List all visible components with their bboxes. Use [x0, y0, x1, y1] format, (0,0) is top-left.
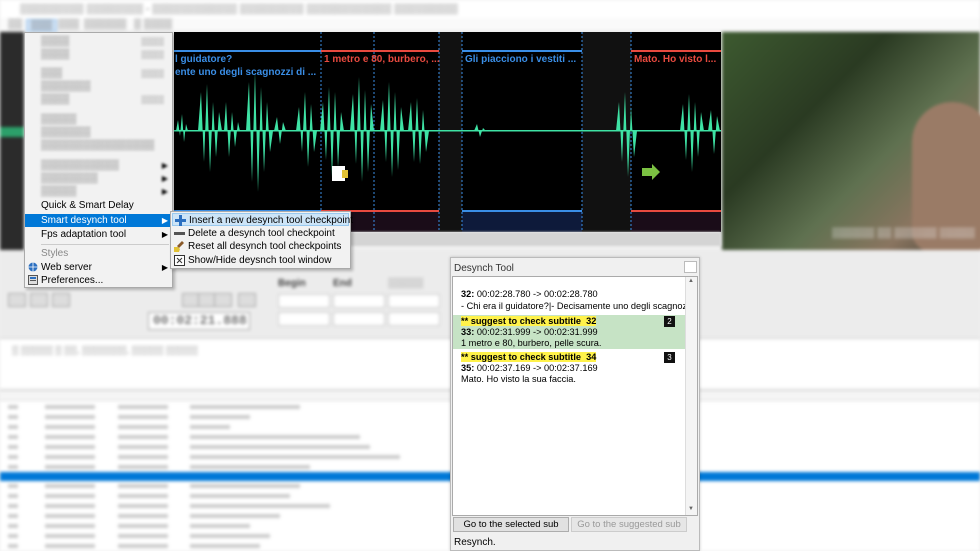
- window-title: Desynch Tool: [454, 263, 514, 274]
- end-field[interactable]: [333, 294, 385, 308]
- left-wave-strip: [0, 32, 24, 250]
- broom-icon: [174, 241, 185, 252]
- begin-field-2[interactable]: [278, 312, 330, 326]
- scroll-down-icon[interactable]: ▼: [688, 506, 694, 512]
- wave-seg-1b: ente uno degli scagnozzi di ...: [175, 67, 317, 78]
- checkpoint-badge: 3: [664, 352, 675, 363]
- begin-field[interactable]: [278, 294, 330, 308]
- length-field[interactable]: [388, 294, 440, 308]
- menu-styles[interactable]: Styles: [25, 247, 172, 260]
- toggle-window-item[interactable]: Show/Hide deysnch tool window: [172, 254, 349, 267]
- list-item[interactable]: 32: 00:02:28.780 -> 00:02:28.780 - Chi e…: [453, 287, 697, 315]
- title-bar: ▒▒▒▒▒▒▒▒▒ ▒▒▒▒▒▒▒▒ - ▒▒▒▒▒▒▒▒▒▒▒▒ ▒▒▒▒▒▒…: [0, 0, 980, 18]
- col-begin: Begin: [278, 278, 306, 289]
- col-end: End: [333, 278, 352, 289]
- desynch-tool-window: Desynch Tool 32: 00:02:28.780 -> 00:02:2…: [450, 257, 700, 551]
- menu-smart-desynch-tool[interactable]: Smart desynch tool ▶: [25, 214, 172, 227]
- list-item[interactable]: ** suggest to check subtitle 32 2 33: 00…: [453, 315, 685, 349]
- goto-selected-button[interactable]: Go to the selected sub: [453, 517, 569, 532]
- insert-checkpoint-item[interactable]: Insert a new desynch tool checkpoint: [172, 213, 353, 226]
- menu-fps-adaptation-tool[interactable]: Fps adaptation tool ▶: [25, 228, 172, 241]
- wave-seg-2: 1 metro e 80, burbero, ...: [324, 54, 440, 65]
- edit-menu: ▒▒▒▒ ▒▒▒▒ ▒▒▒▒ ▒▒▒▒ ▒▒▒ ▒▒▒▒ ▒▒▒▒▒▒▒ ▒▒▒▒ ▒▒…: [24, 32, 173, 288]
- preferences-icon: [28, 275, 38, 285]
- list-scrollbar[interactable]: ▲ ▼: [685, 277, 697, 515]
- minus-icon: [174, 228, 185, 239]
- wave-seg-1: l guidatore?: [175, 54, 233, 65]
- waveform-display[interactable]: l guidatore? ente uno degli scagnozzi di…: [174, 32, 721, 232]
- goto-suggested-button[interactable]: Go to the suggested sub: [571, 517, 687, 532]
- status-text: Resynch.: [454, 537, 496, 548]
- menu-bar[interactable]: ▒▒ ▒▒▒ ▒▒▒ ▒▒▒▒▒▒ ▒ ▒▒▒▒: [0, 18, 980, 32]
- wave-seg-4: Mato. Ho visto l...: [634, 54, 717, 65]
- menu-preferences[interactable]: Preferences...: [25, 274, 172, 287]
- menu-separator: [41, 244, 169, 245]
- submenu-arrow-icon: ▶: [161, 216, 168, 225]
- plus-icon: [175, 215, 186, 226]
- close-button[interactable]: [684, 261, 697, 273]
- reset-checkpoints-item[interactable]: Reset all desynch tool checkpoints: [172, 240, 349, 253]
- window-icon: [174, 255, 185, 266]
- submenu-arrow-icon: ▶: [161, 230, 168, 239]
- col-length: ▒▒▒▒▒: [388, 278, 424, 289]
- desynch-list[interactable]: 32: 00:02:28.780 -> 00:02:28.780 - Chi e…: [452, 276, 698, 516]
- end-field-2[interactable]: [333, 312, 385, 326]
- smart-desynch-submenu: Insert a new desynch tool checkpoint Del…: [170, 211, 353, 269]
- scroll-up-icon[interactable]: ▲: [688, 278, 694, 284]
- checkpoint-badge: 2: [664, 316, 675, 327]
- video-player[interactable]: ▒▒▒▒▒▒ ▒▒ ▒▒▒▒▒▒ ▒▒▒▒▒: [722, 32, 980, 252]
- delete-checkpoint-item[interactable]: Delete a desynch tool checkpoint: [172, 227, 349, 240]
- menu-quick-smart-delay[interactable]: Quick & Smart Delay: [25, 199, 172, 212]
- wave-seg-3: Gli piacciono i vestiti ...: [465, 54, 577, 65]
- length-field-2[interactable]: [388, 312, 440, 326]
- time-display: 00:02:21.888: [148, 312, 250, 330]
- submenu-arrow-icon: ▶: [161, 263, 168, 272]
- globe-icon: [28, 262, 38, 272]
- menu-web-server[interactable]: Web server ▶: [25, 261, 172, 274]
- list-item[interactable]: ** suggest to check subtitle 34 3 35: 00…: [453, 351, 685, 385]
